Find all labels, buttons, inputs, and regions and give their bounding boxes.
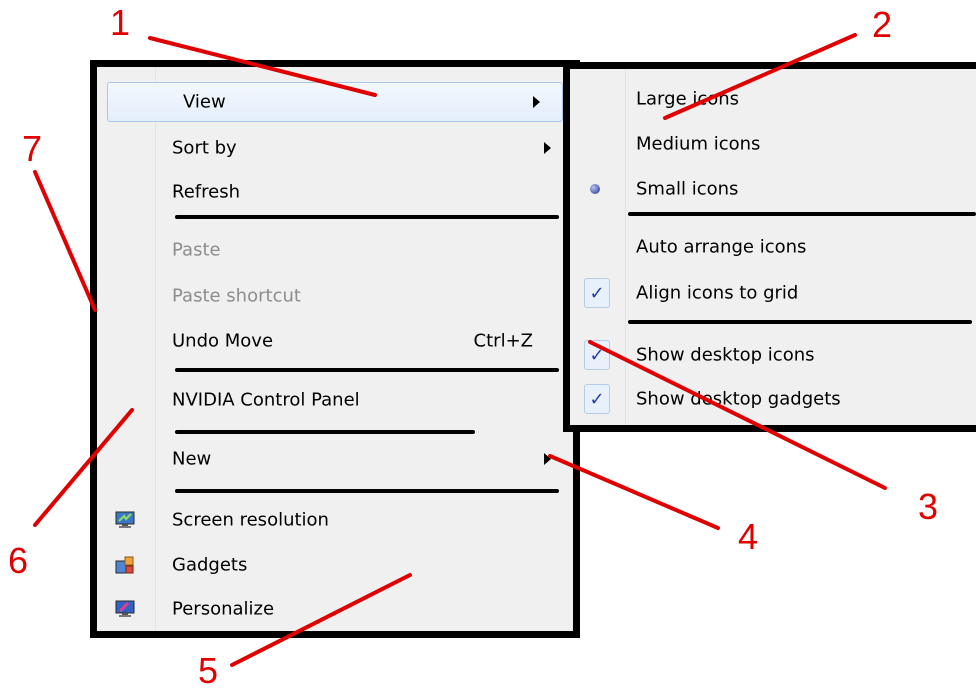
callout-line-1: [148, 36, 377, 97]
callout-line-7: [33, 170, 97, 312]
callout-line-4: [548, 454, 720, 530]
callout-line-5: [230, 573, 412, 667]
callout-line-3: [588, 340, 887, 490]
callout-number-6: 6: [8, 540, 29, 581]
annotation-overlay: [33, 33, 887, 667]
callout-number-4: 4: [738, 516, 759, 557]
callout-number-2: 2: [872, 4, 893, 45]
callout-number-7: 7: [22, 128, 43, 169]
callout-line-2: [663, 33, 857, 120]
callout-number-3: 3: [918, 486, 939, 527]
callout-line-6: [33, 408, 134, 527]
callout-number-5: 5: [198, 650, 219, 691]
callout-number-1: 1: [110, 2, 131, 43]
